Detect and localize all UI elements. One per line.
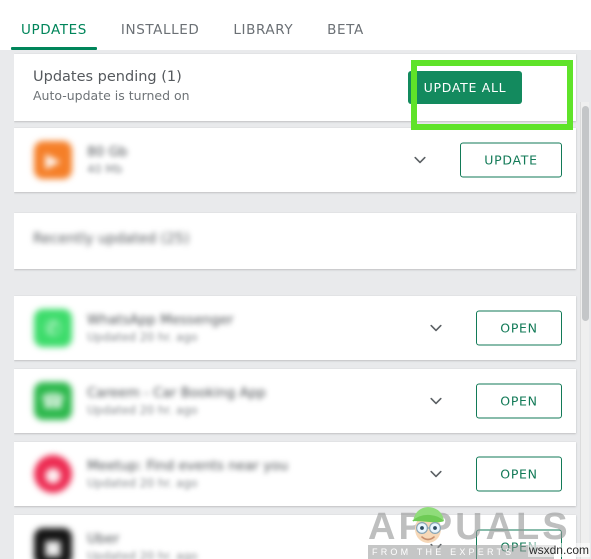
tab-installed[interactable]: INSTALLED — [121, 22, 199, 50]
update-all-label: UPDATE ALL — [423, 80, 507, 95]
tab-updates-label: UPDATES — [21, 22, 87, 38]
app-row[interactable]: ☎ Careem - Car Booking App Updated 20 hr… — [14, 369, 576, 433]
app-name: WhatsApp Messenger — [87, 312, 234, 328]
app-row[interactable]: ● Meetup: Find events near you Updated 2… — [14, 442, 576, 506]
open-button[interactable]: OPEN — [476, 383, 562, 419]
app-icon-glyph: ■ — [43, 535, 63, 559]
app-name: Meetup: Find events near you — [87, 458, 289, 474]
update-button[interactable]: UPDATE — [460, 142, 562, 178]
updates-pending-card: Updates pending (1) Auto-update is turne… — [14, 54, 576, 121]
app-updated-time: Updated 20 hr. ago — [87, 549, 198, 559]
chevron-down-icon[interactable] — [427, 465, 445, 483]
app-name: Uber — [87, 531, 120, 547]
update-button-label: UPDATE — [484, 152, 538, 168]
tab-updates[interactable]: UPDATES — [11, 22, 97, 50]
recent-app-card: ■ Uber Updated 20 hr. ago OPEN — [14, 515, 576, 559]
app-name: 80 Gb — [87, 144, 128, 160]
app-meta: Uber Updated 20 hr. ago — [87, 531, 198, 559]
open-button[interactable]: OPEN — [476, 456, 562, 492]
auto-update-status: Auto-update is turned on — [33, 88, 190, 103]
app-meta: Meetup: Find events near you Updated 20 … — [87, 458, 288, 491]
open-button-label: OPEN — [500, 320, 538, 336]
vertical-scrollbar-thumb[interactable] — [582, 106, 589, 321]
app-icon-glyph: ☎ — [40, 389, 66, 413]
update-all-button[interactable]: UPDATE ALL — [408, 71, 522, 104]
play-store-updates-screen: UPDATES INSTALLED LIBRARY BETA Updates p… — [0, 0, 591, 559]
left-gutter — [0, 50, 14, 559]
updates-scroll-area[interactable]: Updates pending (1) Auto-update is turne… — [0, 50, 591, 559]
recent-app-card: ☎ Careem - Car Booking App Updated 20 hr… — [14, 369, 576, 433]
open-button-label: OPEN — [500, 393, 538, 409]
app-icon-glyph: ● — [44, 462, 62, 486]
app-updated-time: Updated 20 hr. ago — [87, 403, 198, 417]
tab-beta-label: BETA — [327, 22, 364, 38]
app-row[interactable]: ✆ WhatsApp Messenger Updated 20 hr. ago … — [14, 296, 576, 360]
app-icon: ▶ — [34, 141, 72, 179]
open-button-label: OPEN — [500, 466, 538, 482]
app-icon: ■ — [34, 528, 72, 559]
tab-list: UPDATES INSTALLED LIBRARY BETA — [0, 0, 591, 50]
app-icon: ☎ — [34, 382, 72, 420]
recent-app-card: ● Meetup: Find events near you Updated 2… — [14, 442, 576, 506]
recently-updated-title: Recently updated (25) — [33, 231, 190, 247]
pending-app-card: ▶ 80 Gb 40 Mb UPDATE — [14, 128, 576, 192]
app-icon: ✆ — [34, 309, 72, 347]
updates-pending-title: Updates pending (1) — [33, 69, 182, 85]
app-size: 40 Mb — [87, 162, 123, 176]
app-icon: ● — [34, 455, 72, 493]
app-updated-time: Updated 20 hr. ago — [87, 476, 198, 490]
chevron-down-icon[interactable] — [411, 151, 429, 169]
app-name: Careem - Car Booking App — [87, 385, 266, 401]
open-button[interactable]: OPEN — [476, 310, 562, 346]
tab-library[interactable]: LIBRARY — [233, 22, 293, 50]
recent-app-card: ✆ WhatsApp Messenger Updated 20 hr. ago … — [14, 296, 576, 360]
tab-bar: UPDATES INSTALLED LIBRARY BETA — [0, 0, 591, 50]
updates-pending-text: Updates pending (1) Auto-update is turne… — [33, 68, 190, 105]
tab-beta[interactable]: BETA — [327, 22, 364, 50]
app-row[interactable]: ■ Uber Updated 20 hr. ago OPEN — [14, 515, 576, 559]
chevron-down-icon[interactable] — [427, 392, 445, 410]
chevron-down-icon[interactable] — [427, 319, 445, 337]
recently-updated-section-card: Recently updated (25) — [14, 213, 576, 269]
tab-installed-label: INSTALLED — [120, 22, 200, 38]
open-button-label: OPEN — [500, 539, 538, 555]
chevron-down-icon[interactable] — [427, 538, 445, 556]
app-meta: WhatsApp Messenger Updated 20 hr. ago — [87, 312, 233, 345]
app-meta: Careem - Car Booking App Updated 20 hr. … — [87, 385, 266, 418]
tab-library-label: LIBRARY — [233, 22, 294, 38]
app-icon-glyph: ✆ — [44, 316, 62, 340]
app-icon-glyph: ▶ — [45, 148, 61, 172]
open-button[interactable]: OPEN — [476, 529, 562, 559]
app-updated-time: Updated 20 hr. ago — [87, 330, 198, 344]
vertical-scrollbar-track[interactable] — [580, 102, 589, 559]
app-meta: 80 Gb 40 Mb — [87, 144, 128, 177]
app-row[interactable]: ▶ 80 Gb 40 Mb UPDATE — [14, 128, 576, 192]
